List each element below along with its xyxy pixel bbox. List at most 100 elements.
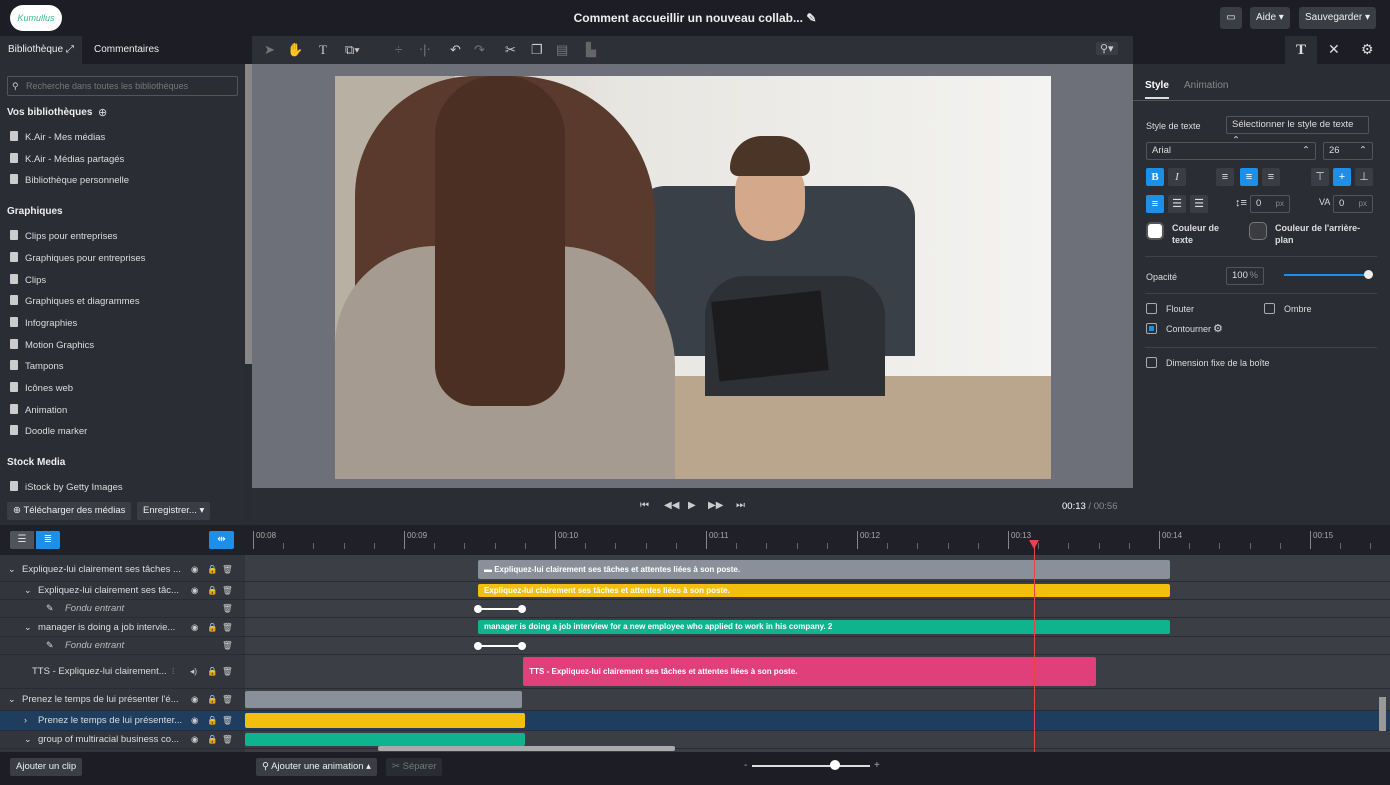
play-icon[interactable]: ▶ — [688, 500, 696, 511]
split-button[interactable]: ✂ Séparer — [386, 758, 443, 776]
trash-icon[interactable]: 🗑 — [222, 622, 233, 633]
trash-icon[interactable]: 🗑 — [222, 666, 233, 677]
library-item[interactable]: Clips — [10, 274, 46, 286]
fit-timeline-icon[interactable]: ⇹ — [209, 531, 234, 549]
checkbox[interactable] — [1146, 323, 1157, 334]
timeline-clip[interactable] — [245, 733, 525, 746]
distribute-h-icon[interactable]: ⋅|⋅ — [419, 42, 431, 58]
chevron-down-icon[interactable]: ⌄ — [24, 585, 32, 596]
timeline-row[interactable]: ⌄ Prenez le temps de lui présenter l'é...… — [0, 689, 1390, 711]
lock-icon[interactable]: 🔒 — [207, 564, 218, 575]
letter-spacing-input[interactable]: 0 px — [1333, 195, 1373, 213]
trash-icon[interactable]: 🗑 — [222, 585, 233, 596]
library-search-input[interactable]: ⚲ Recherche dans toutes les bibliothèques — [7, 76, 238, 96]
save-button[interactable]: Sauvegarder ▾ — [1299, 7, 1377, 29]
opacity-slider-handle[interactable] — [1364, 270, 1373, 279]
waveform-icon[interactable]: ⫶ — [172, 666, 174, 677]
font-size-select[interactable]: 26 ⌃ — [1323, 142, 1373, 160]
copy-icon[interactable]: ❐ — [531, 42, 543, 58]
background-color-swatch[interactable] — [1249, 222, 1267, 240]
library-item[interactable]: Bibliothèque personnelle — [10, 174, 129, 186]
align-icon[interactable]: ▙ — [586, 42, 596, 58]
eye-icon[interactable]: ◉ — [191, 734, 198, 745]
lock-icon[interactable]: 🔒 — [207, 715, 218, 726]
valign-top-icon[interactable]: ⊤ — [1311, 168, 1329, 186]
line-spacing-input[interactable]: 0 px — [1250, 195, 1290, 213]
text-properties-icon[interactable]: T — [1285, 36, 1317, 64]
expanded-view-icon[interactable]: ≣ — [36, 531, 60, 549]
trash-icon[interactable]: 🗑 — [222, 640, 233, 651]
eye-icon[interactable]: ◉ — [191, 585, 198, 596]
time-ruler[interactable]: 00:08 00:09 00:10 00:11 00:12 00:13 00:14 00:15 — [253, 525, 1390, 555]
timeline-clip[interactable]: Expliquez-lui clairement ses tâches et a… — [477, 584, 1170, 597]
project-title[interactable]: Comment accueillir un nouveau collab... … — [0, 11, 1390, 25]
fade-duration-bar[interactable] — [477, 645, 522, 647]
align-center-icon[interactable]: ≡ — [1240, 168, 1258, 186]
bullet-list-icon[interactable]: ☰ — [1168, 195, 1186, 213]
playhead[interactable] — [1028, 540, 1039, 752]
eye-icon[interactable]: ◉ — [191, 622, 198, 633]
settings-gear-icon[interactable]: ⚙ — [1361, 41, 1374, 58]
zoom-in-button[interactable]: + — [874, 760, 880, 771]
video-preview[interactable] — [335, 76, 1051, 479]
timeline-zoom-slider[interactable] — [752, 765, 870, 767]
trash-icon[interactable]: 🗑 — [222, 715, 233, 726]
volume-icon[interactable]: ◂) — [190, 666, 197, 677]
library-item[interactable]: Animation — [10, 404, 67, 416]
timeline-clip[interactable] — [245, 691, 522, 708]
zoom-search-icon[interactable]: ⚲▾ — [1096, 42, 1118, 55]
lock-icon[interactable]: 🔒 — [207, 585, 218, 596]
timeline-hscrollbar[interactable] — [378, 746, 675, 751]
tab-comments[interactable]: Commentaires — [86, 36, 167, 64]
redo-icon[interactable]: ↷ — [474, 42, 485, 58]
eye-icon[interactable]: ◉ — [191, 715, 198, 726]
opacity-input[interactable]: 100% — [1226, 267, 1264, 285]
text-style-select[interactable]: Sélectionner le style de texte ⌃ — [1226, 116, 1369, 146]
library-item[interactable]: K.Air - Médias partagés — [10, 153, 124, 165]
timeline-row[interactable]: ⌄ manager is doing a job intervie... ◉ 🔒 🗑 ma… — [0, 618, 1390, 637]
add-library-icon[interactable]: ⊕ — [98, 106, 107, 119]
fade-handle[interactable] — [473, 642, 482, 650]
hand-icon[interactable]: ✋ — [287, 42, 303, 58]
opacity-slider[interactable] — [1284, 274, 1368, 276]
select-pointer-icon[interactable]: ➤ — [264, 42, 275, 58]
add-clip-button[interactable]: Ajouter un clip — [10, 758, 83, 776]
fade-handle[interactable] — [517, 642, 526, 650]
library-item[interactable]: Tampons — [10, 360, 64, 372]
library-item[interactable]: Infographies — [10, 317, 77, 329]
font-select[interactable]: Arial ⌃ — [1146, 142, 1316, 160]
zoom-out-button[interactable]: - — [744, 760, 747, 771]
text-tool-icon[interactable]: T — [319, 42, 327, 58]
eye-icon[interactable]: ◉ — [191, 694, 198, 705]
chevron-down-icon[interactable]: ⌄ — [8, 564, 16, 575]
skip-start-icon[interactable]: ⏮ — [640, 500, 649, 511]
help-button[interactable]: Aide ▾ — [1250, 7, 1290, 29]
timeline-row[interactable]: ⌄ Expliquez-lui clairement ses tâches ...… — [0, 558, 1390, 582]
fade-handle[interactable] — [473, 605, 482, 613]
library-item[interactable]: Graphiques pour entreprises — [10, 252, 145, 264]
lock-icon[interactable]: 🔒 — [207, 622, 218, 633]
trash-icon[interactable]: 🗑 — [222, 734, 233, 745]
timeline-row[interactable]: ⌄ group of multiracial business co... ◉ 🔒 🗑 — [0, 731, 1390, 749]
chevron-down-icon[interactable]: ⌄ — [8, 694, 16, 705]
cut-icon[interactable]: ✂ — [505, 42, 516, 58]
italic-icon[interactable]: I — [1168, 168, 1186, 186]
library-item[interactable]: K.Air - Mes médias — [10, 131, 105, 143]
timeline-vscrollbar[interactable] — [1379, 697, 1386, 731]
checkbox[interactable] — [1146, 357, 1157, 368]
fade-duration-bar[interactable] — [477, 608, 522, 610]
timeline-clip[interactable]: TTS - Expliquez-lui clairement ses tâche… — [523, 657, 1096, 686]
fade-handle[interactable] — [517, 605, 526, 613]
valign-bottom-icon[interactable]: ⊥ — [1355, 168, 1373, 186]
timeline-row[interactable]: ⌄ Expliquez-lui clairement ses tâc... ◉ 🔒 🗑 E… — [0, 582, 1390, 600]
tab-library[interactable]: Bibliothèque ⤢ — [0, 36, 82, 64]
text-color-swatch[interactable] — [1146, 222, 1164, 240]
library-item[interactable]: iStock by Getty Images — [10, 481, 123, 493]
library-item[interactable]: Graphiques et diagrammes — [10, 295, 140, 307]
tools-icon[interactable]: ✕ — [1328, 41, 1340, 58]
undo-icon[interactable]: ↶ — [450, 42, 461, 58]
checkbox[interactable] — [1264, 303, 1275, 314]
tab-style[interactable]: Style — [1145, 80, 1169, 99]
timeline-row[interactable]: ✎ Fondu entrant 🗑 — [0, 600, 1390, 618]
chevron-down-icon[interactable]: ⌄ — [24, 734, 32, 745]
